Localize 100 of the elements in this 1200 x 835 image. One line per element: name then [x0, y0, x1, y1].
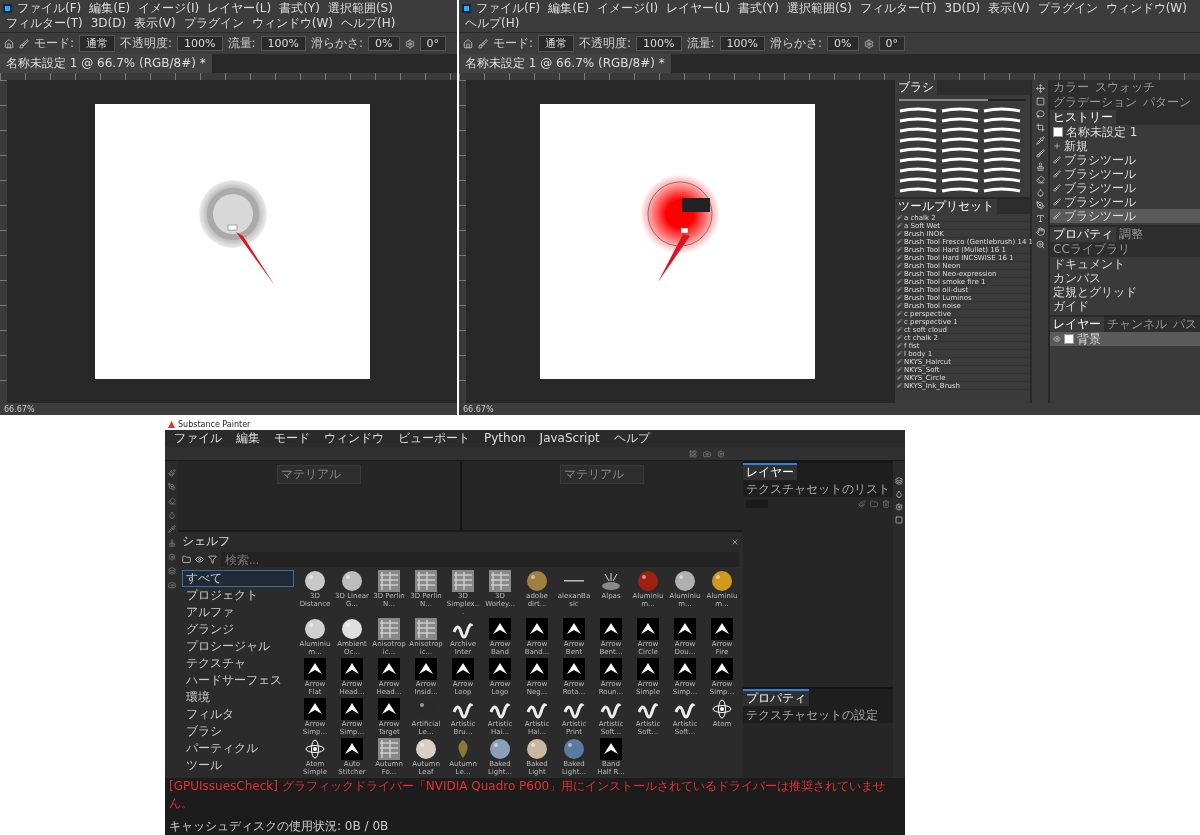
panel-tab[interactable]: グラデーション: [1050, 95, 1140, 110]
brush-icon[interactable]: [897, 311, 902, 316]
brush-icon[interactable]: [1053, 184, 1061, 192]
section-heading[interactable]: ドキュメント: [1053, 257, 1125, 271]
burst-icon[interactable]: [600, 570, 622, 592]
tool-icon[interactable]: [167, 525, 176, 533]
menu-item[interactable]: 選択範囲(S): [324, 1, 396, 16]
close-icon[interactable]: [731, 537, 739, 546]
brush-icon[interactable]: [897, 335, 902, 340]
menu-item[interactable]: イメージ(I): [594, 1, 662, 16]
menu-item[interactable]: レイヤー(L): [663, 1, 734, 16]
tool-icon[interactable]: [1035, 136, 1045, 145]
panel-tab[interactable]: ツールプリセット: [895, 199, 997, 214]
category-item[interactable]: プロシージャル: [182, 638, 294, 655]
sphere-icon[interactable]: [674, 570, 696, 592]
tool-icon[interactable]: [167, 469, 176, 477]
atom-icon[interactable]: [711, 698, 733, 720]
snapshot-label[interactable]: 名称未設定 1: [1066, 125, 1138, 139]
sphere-icon[interactable]: [526, 570, 548, 592]
brush-icon[interactable]: [1053, 170, 1061, 178]
panel-icon[interactable]: [895, 477, 903, 485]
brush-icon[interactable]: [897, 375, 902, 380]
material-dropdown[interactable]: マテリアル: [276, 465, 361, 484]
history-item[interactable]: ブラシツール: [1064, 153, 1136, 167]
sphere-icon[interactable]: [489, 738, 511, 760]
brush-icon[interactable]: [897, 271, 902, 276]
brush-icon[interactable]: [897, 383, 902, 388]
brush-icon[interactable]: [897, 231, 902, 236]
brush-icon[interactable]: [897, 287, 902, 292]
brush-icon[interactable]: [897, 351, 902, 356]
brush-icon[interactable]: [897, 247, 902, 252]
panel-tab[interactable]: パス: [1170, 317, 1200, 332]
eye-icon[interactable]: [1053, 335, 1061, 343]
option-field[interactable]: 通常: [538, 35, 575, 52]
category-item[interactable]: グランジ: [182, 621, 294, 638]
settings-icon[interactable]: [717, 449, 725, 458]
brush-icon[interactable]: [897, 255, 902, 260]
angle-field[interactable]: 0°: [419, 36, 447, 51]
brush-icon[interactable]: [897, 367, 902, 372]
tool-icon[interactable]: [1035, 240, 1045, 249]
panel-icon[interactable]: [895, 503, 903, 511]
brush-icon[interactable]: [897, 279, 902, 284]
filter-icon[interactable]: [208, 555, 217, 564]
brush-icon[interactable]: [897, 239, 902, 244]
sphere-icon[interactable]: [304, 618, 326, 640]
history-item[interactable]: ブラシツール: [1064, 195, 1136, 209]
panel-tab[interactable]: CCライブラリ: [1050, 242, 1133, 257]
tool-icon[interactable]: [1035, 123, 1045, 132]
tool-icon[interactable]: [1035, 201, 1045, 210]
panel-tab[interactable]: レイヤー: [743, 463, 797, 480]
panel-tab[interactable]: パターン: [1140, 95, 1194, 110]
tool-icon[interactable]: [167, 581, 176, 589]
history-item[interactable]: ブラシツール: [1064, 167, 1136, 181]
menu-item[interactable]: 編集: [233, 431, 263, 446]
category-item[interactable]: ツール: [182, 757, 294, 774]
tool-icon[interactable]: [1035, 227, 1045, 236]
menu-item[interactable]: イメージ(I): [135, 1, 203, 16]
folder-icon[interactable]: [182, 555, 191, 564]
tool-icon[interactable]: [1035, 188, 1045, 197]
tool-icon[interactable]: [1035, 214, 1045, 223]
document-icon[interactable]: [1053, 142, 1061, 150]
sphere-icon[interactable]: [711, 570, 733, 592]
panel-tab[interactable]: ヒストリー: [1050, 110, 1116, 125]
panel-tab[interactable]: レイヤー: [1050, 317, 1104, 332]
option-field[interactable]: 100%: [260, 36, 307, 51]
menu-item[interactable]: ウィンドウ: [321, 431, 387, 446]
brush-icon[interactable]: [897, 215, 902, 220]
menu-item[interactable]: Python: [481, 431, 529, 446]
panel-tab[interactable]: プロパティ: [743, 688, 809, 706]
category-item[interactable]: アルファ: [182, 604, 294, 621]
category-item[interactable]: ブラシ: [182, 723, 294, 740]
option-field[interactable]: 0%: [827, 36, 859, 51]
category-item[interactable]: すべて: [182, 570, 294, 587]
sphere-icon[interactable]: [304, 570, 326, 592]
section-heading[interactable]: カンバス: [1053, 271, 1101, 285]
menu-item[interactable]: 表示(V): [131, 16, 179, 31]
document-tab[interactable]: 名称未設定 1 @ 66.7% (RGB/8#) *: [459, 54, 671, 73]
menu-item[interactable]: 書式(Y): [735, 1, 782, 16]
menu-item[interactable]: フィルター(T): [856, 1, 940, 16]
tool-icon[interactable]: [1035, 84, 1045, 93]
sphere-icon[interactable]: [526, 738, 548, 760]
panel-tab[interactable]: テクスチャセットのリスト: [743, 480, 893, 497]
brush-icon[interactable]: [897, 263, 902, 268]
sphere-icon[interactable]: [415, 738, 437, 760]
tool-icon[interactable]: [1035, 110, 1045, 119]
category-item[interactable]: ハードサーフェス: [182, 672, 294, 689]
menu-item[interactable]: 3D(D): [87, 16, 130, 31]
sphere-icon[interactable]: [341, 570, 363, 592]
category-item[interactable]: テクスチャ: [182, 655, 294, 672]
menu-item[interactable]: 選択範囲(S): [783, 1, 855, 16]
brush-icon[interactable]: [1053, 156, 1061, 164]
menu-item[interactable]: ファイル(F): [473, 1, 544, 16]
material-dropdown[interactable]: マテリアル: [560, 465, 645, 484]
category-item[interactable]: パーティクル: [182, 740, 294, 757]
tool-icon[interactable]: [167, 553, 176, 561]
menu-item[interactable]: プラグイン: [180, 16, 247, 31]
tool-icon[interactable]: [167, 511, 176, 519]
menu-item[interactable]: レイヤー(L): [204, 1, 275, 16]
layer-name[interactable]: 背景: [1077, 332, 1101, 346]
settings-icon[interactable]: [404, 38, 415, 49]
